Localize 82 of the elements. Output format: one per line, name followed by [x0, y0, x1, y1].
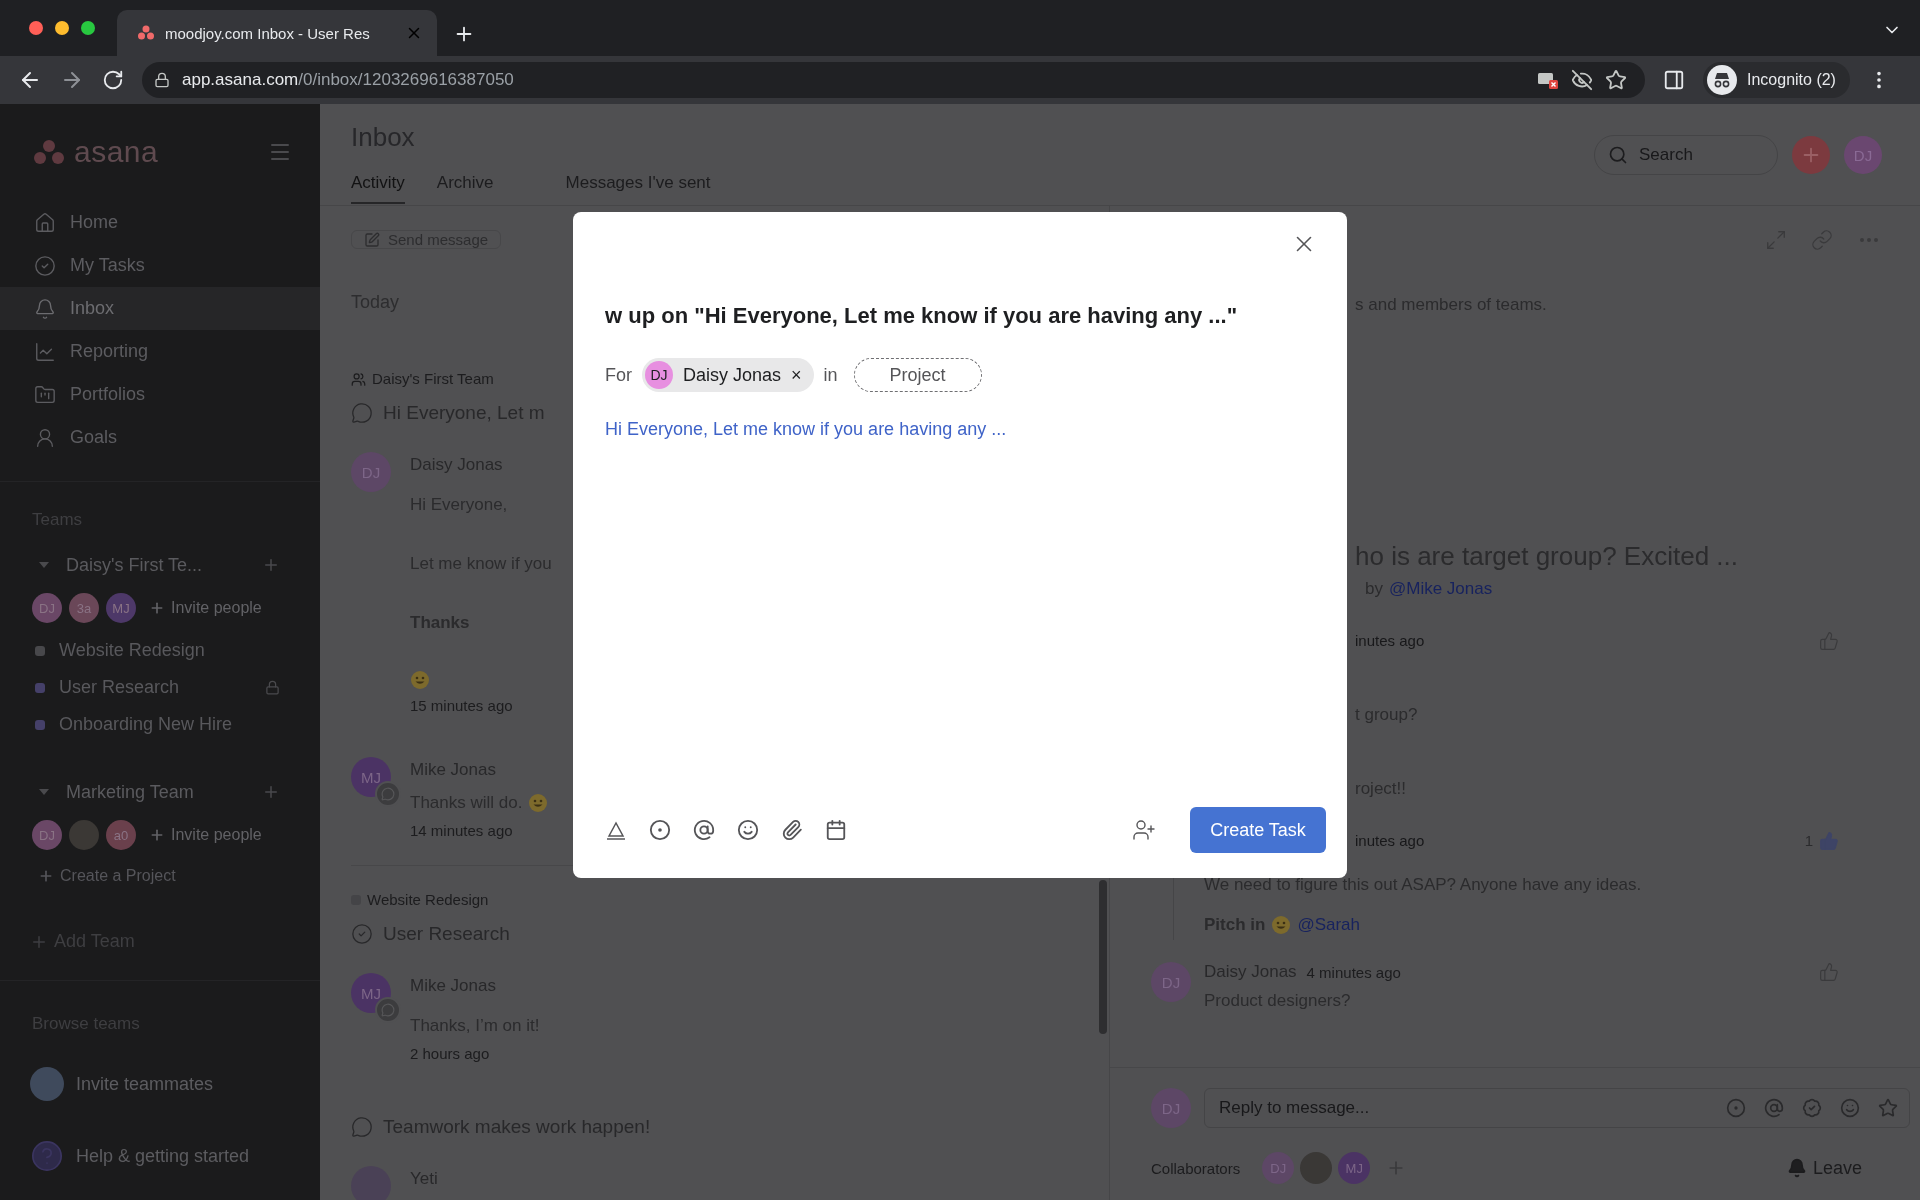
browser-tab[interactable]: moodjoy.com Inbox - User Res: [117, 10, 437, 56]
invite-people-button[interactable]: Invite people: [149, 599, 262, 617]
url-text: app.asana.com/0/inbox/1203269616387050: [182, 70, 515, 90]
add-collaborator-icon[interactable]: [1132, 818, 1156, 842]
scrollbar-thumb[interactable]: [1099, 880, 1107, 1034]
folder-icon: [34, 383, 56, 406]
mention-link[interactable]: @Mike Jonas: [1388, 578, 1493, 600]
plus-icon: [38, 868, 54, 884]
smiley-emoji-icon: [528, 793, 549, 813]
project-item[interactable]: Website Redesign: [0, 632, 320, 669]
invite-people-button[interactable]: Invite people: [149, 826, 262, 844]
smiley-emoji-icon: [410, 670, 430, 690]
close-window-button[interactable]: [29, 21, 43, 35]
plus-icon: [149, 600, 165, 616]
search-field[interactable]: Search: [1594, 135, 1778, 175]
sidebar-nav-item[interactable]: Inbox: [0, 287, 320, 330]
address-bar[interactable]: app.asana.com/0/inbox/1203269616387050: [142, 62, 1645, 98]
sidebar-nav-item[interactable]: Home: [0, 201, 320, 244]
mention-link[interactable]: @Sarah: [1297, 914, 1361, 936]
team-name[interactable]: Marketing Team: [66, 781, 246, 803]
incognito-icon: [1707, 65, 1737, 95]
badge-check-icon[interactable]: [1802, 1098, 1822, 1118]
field-label: in: [823, 364, 838, 386]
sidebar-nav-item[interactable]: Reporting: [0, 330, 320, 373]
reply-field[interactable]: Reply to message...: [1204, 1088, 1910, 1128]
comment-time: inutes ago: [1355, 631, 1425, 651]
project-item[interactable]: Onboarding New Hire: [0, 706, 320, 743]
line-chart-icon: [34, 340, 56, 363]
person-icon: [34, 426, 56, 449]
assignee-name: Daisy Jonas: [683, 364, 782, 386]
project-item[interactable]: User Research: [0, 669, 320, 706]
sidebar-nav-item[interactable]: My Tasks: [0, 244, 320, 287]
pencil-icon: [364, 231, 380, 248]
help-button[interactable]: Help & getting started: [0, 1139, 320, 1173]
avatar: DJ: [645, 361, 673, 389]
minimize-window-button[interactable]: [55, 21, 69, 35]
sidebar-nav-item[interactable]: Portfolios: [0, 373, 320, 416]
sidebar-nav-item[interactable]: Goals: [0, 416, 320, 459]
check-circle-icon: [351, 923, 373, 945]
maximize-window-button[interactable]: [81, 21, 95, 35]
field-label: For: [605, 364, 632, 386]
reload-button[interactable]: [102, 69, 124, 91]
smiley-emoji-icon: [1271, 915, 1292, 935]
emoji-icon[interactable]: [737, 819, 759, 841]
comment-time: inutes ago: [1355, 831, 1425, 851]
assignee-chip[interactable]: DJ Daisy Jonas ×: [642, 358, 814, 392]
avatar-placeholder: [30, 1067, 64, 1101]
message-icon: [351, 1116, 373, 1138]
help-icon: [30, 1139, 64, 1173]
record-icon[interactable]: [649, 819, 671, 841]
profile-button[interactable]: Incognito (2): [1703, 62, 1850, 98]
side-panel-button[interactable]: [1663, 69, 1685, 91]
bookmark-star-icon[interactable]: [1605, 69, 1627, 91]
logo-icon: [137, 24, 155, 42]
home-icon: [34, 211, 56, 234]
remove-assignee-button[interactable]: ×: [791, 364, 802, 386]
avatar: MJ: [106, 593, 136, 623]
team-name[interactable]: Daisy's First Te...: [66, 554, 246, 576]
text-format-icon[interactable]: [605, 819, 627, 841]
lock-icon: [154, 72, 170, 88]
avatar: a0: [106, 820, 136, 850]
attachment-icon[interactable]: [781, 819, 803, 841]
message-icon: [351, 402, 373, 424]
plus-icon: [149, 827, 165, 843]
bell-icon: [34, 297, 56, 320]
tab[interactable]: Activity: [351, 164, 405, 204]
eye-off-icon[interactable]: [1571, 69, 1593, 91]
check-circle-icon: [34, 254, 56, 277]
bell-icon: [1786, 1158, 1807, 1178]
camera-blocked-icon[interactable]: [1537, 70, 1559, 90]
star-icon[interactable]: [1878, 1098, 1898, 1118]
invite-teammates-button[interactable]: Invite teammates: [0, 1067, 320, 1101]
mention-icon[interactable]: [693, 819, 715, 841]
create-project-button[interactable]: Create a Project: [0, 867, 320, 885]
team-icon: [351, 371, 366, 387]
task-description-text: Hi Everyone, Let me know if you are having any ...: [605, 418, 1008, 441]
search-icon: [1608, 145, 1628, 165]
task-name-field[interactable]: w up on "Hi Everyone, Let me know if you are having any ...": [605, 300, 1326, 332]
create-task-button[interactable]: Create Task: [1190, 807, 1326, 853]
tab-title: moodjoy.com Inbox - User Res: [165, 24, 371, 42]
calendar-icon[interactable]: [825, 819, 847, 841]
asana-logo: asana: [32, 135, 159, 169]
